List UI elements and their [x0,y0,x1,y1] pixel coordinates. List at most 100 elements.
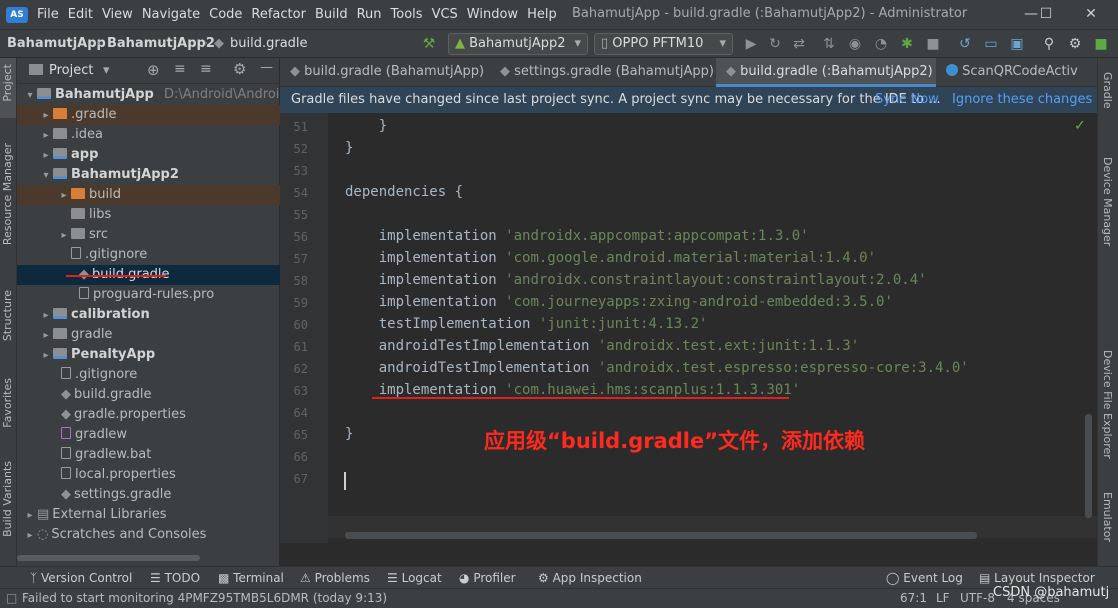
locate-file-icon[interactable]: ⊕ [147,61,160,79]
menu-vcs[interactable]: VCS [432,7,458,22]
code-line[interactable]: androidTestImplementation 'androidx.test… [345,338,859,354]
tree-item-build[interactable]: ▸ build [17,185,280,205]
tree-item-idea[interactable]: ▸ .idea [17,125,280,145]
hammer-build-icon[interactable]: ⚒ [420,35,438,53]
menu-edit[interactable]: Edit [68,7,93,22]
tree-item-bahamutjapp2[interactable]: ▾ BahamutjApp2 [17,165,280,185]
code-line[interactable]: } [345,140,353,156]
stop-icon[interactable]: ■ [924,35,942,53]
breadcrumb-file[interactable]: build.gradle [230,36,308,51]
search-icon[interactable]: ⚲ [1040,35,1058,53]
status-message[interactable]: Failed to start monitoring 4PMFZ95TMB5L6… [22,589,387,608]
tab-build-gradle-module[interactable]: ◆ build.gradle (:BahamutjApp2) ✕ [716,58,936,87]
collapse-all-icon[interactable]: ≡ [174,61,186,77]
horizontal-scrollbar[interactable] [17,555,200,561]
tree-item-gitignore[interactable]: .gitignore [17,245,280,265]
strip-resource-manager[interactable]: Resource Manager [1,143,14,245]
tree-item-root-build-gradle[interactable]: ◆ build.gradle [17,385,280,405]
sync-gradle-icon[interactable]: ↺ [956,35,974,53]
code-line[interactable]: testImplementation 'junit:junit:4.13.2' [345,316,708,332]
menu-view[interactable]: View [102,7,133,22]
tree-item-local-properties[interactable]: local.properties [17,465,280,485]
tab-build-gradle-project[interactable]: ◆ build.gradle (BahamutjApp) ✕ [280,58,490,87]
device-select[interactable]: ▯ OPPO PFTM10 ▾ [594,33,733,55]
menu-run[interactable]: Run [357,7,382,22]
menu-code[interactable]: Code [209,7,242,22]
tab-terminal[interactable]: ▩ Terminal [218,569,284,587]
account-icon[interactable]: ■ [1092,35,1110,53]
tab-settings-gradle[interactable]: ◆ settings.gradle (BahamutjApp) ✕ [490,58,716,87]
code-line[interactable]: } [345,426,353,442]
apply-code-changes-icon[interactable]: ⇅ [820,35,838,53]
avd-manager-icon[interactable]: ▭ [982,35,1000,53]
tree-item-root-gitignore[interactable]: .gitignore [17,365,280,385]
sdk-manager-icon[interactable]: ▣ [1008,35,1026,53]
horizontal-scrollbar[interactable] [345,532,977,539]
profile-icon[interactable]: ◔ [872,35,890,53]
run-icon[interactable]: ▶ [742,35,760,53]
chevron-down-icon[interactable]: ▾ [103,63,110,78]
menu-window[interactable]: Window [467,7,518,22]
file-encoding[interactable]: UTF-8 [960,589,995,608]
attach-debugger-icon[interactable]: ✱ [898,35,916,53]
tree-item-root[interactable]: ▾BahamutjApp D:\Android\AndroidPr [17,85,280,105]
strip-emulator[interactable]: Emulator [1101,492,1114,542]
strip-favorites[interactable]: Favorites [1,378,14,428]
menu-navigate[interactable]: Navigate [142,7,200,22]
tree-item-external-libraries[interactable]: ▸ ▤ External Libraries [17,505,280,525]
close-icon[interactable]: ✕ [1076,3,1106,25]
code-line[interactable]: implementation 'com.huawei.hms:scanplus:… [345,382,800,398]
sync-now-link[interactable]: Sync Now [875,87,939,113]
breadcrumb-project[interactable]: BahamutjApp [7,36,106,51]
strip-build-variants[interactable]: Build Variants [1,461,14,537]
tab-app-inspection[interactable]: ⚙ App Inspection [538,569,642,587]
code-line[interactable]: androidTestImplementation 'androidx.test… [345,360,969,376]
tab-version-control[interactable]: ᛉ Version Control [30,569,132,587]
tab-scanqrcode[interactable]: ScanQRCodeActiv [936,58,1097,87]
tree-item-gradle-properties[interactable]: ◆ gradle.properties [17,405,280,425]
code-line[interactable]: implementation 'com.journeyapps:zxing-an… [345,294,893,310]
tab-profiler[interactable]: ◕ Profiler [459,569,516,587]
ignore-changes-link[interactable]: Ignore these changes [952,87,1092,113]
tree-item-gradlew-bat[interactable]: gradlew.bat [17,445,280,465]
tree-item-calibration[interactable]: ▸ calibration [17,305,280,325]
tree-item-src[interactable]: ▸ src [17,225,280,245]
tab-logcat[interactable]: ☰ Logcat [387,569,442,587]
maximize-icon[interactable]: ☐ [1031,3,1061,25]
tab-todo[interactable]: ☰ TODO [150,569,200,587]
hide-panel-icon[interactable]: — [260,60,273,75]
project-view-label[interactable]: Project [49,63,93,78]
strip-project[interactable]: Project [1,64,14,102]
tree-item-gradle-folder[interactable]: ▸ .gradle [17,105,280,125]
strip-structure[interactable]: Structure [1,290,14,341]
tree-item-app[interactable]: ▸ app [17,145,280,165]
vertical-scrollbar[interactable] [1085,414,1092,518]
strip-device-manager[interactable]: Device Manager [1101,157,1114,246]
expand-all-icon[interactable]: ≡ [200,61,212,77]
code-line[interactable]: implementation 'androidx.constraintlayou… [345,272,927,288]
code-line[interactable]: implementation 'com.google.android.mater… [345,250,876,266]
caret-position[interactable]: 67:1 [900,589,927,608]
menu-build[interactable]: Build [315,7,348,22]
tree-item-libs[interactable]: libs [17,205,280,225]
apply-changes-icon[interactable]: ⇄ [790,35,808,53]
tree-item-gradlew[interactable]: gradlew [17,425,280,445]
strip-gradle[interactable]: Gradle [1101,72,1114,109]
run-config-select[interactable]: ▲ BahamutjApp2 ▾ [448,33,588,55]
gear-icon[interactable]: ⚙ [233,60,246,78]
code-line[interactable]: implementation 'androidx.appcompat:appco… [345,228,809,244]
rerun-icon[interactable]: ↻ [766,35,784,53]
tree-item-gradle[interactable]: ▸ gradle [17,325,280,345]
breadcrumb-module[interactable]: BahamutjApp2 [107,36,215,51]
line-separator[interactable]: LF [936,589,950,608]
tab-problems[interactable]: ⚠ Problems [300,569,370,587]
tree-item-penaltyapp[interactable]: ▸ PenaltyApp [17,345,280,365]
menu-tools[interactable]: Tools [391,7,423,22]
strip-device-file-explorer[interactable]: Device File Explorer [1101,350,1114,459]
gear-icon[interactable]: ⚙ [1066,35,1084,53]
code-line[interactable]: } [345,118,387,134]
menu-help[interactable]: Help [527,7,557,22]
tree-item-proguard[interactable]: proguard-rules.pro [17,285,280,305]
tree-item-scratches[interactable]: ▸ ◌ Scratches and Consoles [17,525,280,545]
debug-icon[interactable]: ◉ [846,35,864,53]
